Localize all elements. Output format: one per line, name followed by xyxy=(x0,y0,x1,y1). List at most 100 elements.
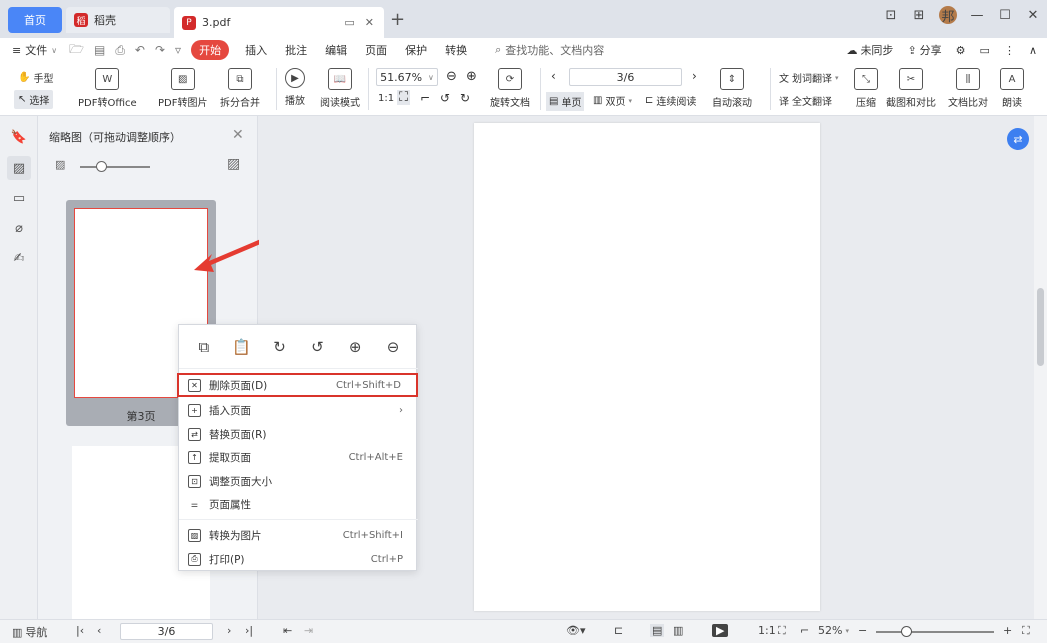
hand-tool[interactable]: ✋ 手型 xyxy=(18,70,53,85)
fit-page-status-icon[interactable]: ⛶ xyxy=(778,624,786,638)
compress-button[interactable]: ⤡ 压缩 xyxy=(854,68,878,109)
word-translate-button[interactable]: 文划词翻译 ▾ xyxy=(779,70,839,86)
signature-icon[interactable]: ✍ xyxy=(10,249,28,267)
rotate-left-icon[interactable]: ↺ xyxy=(307,337,327,357)
select-tool[interactable]: ↖ 选择 xyxy=(14,90,54,109)
double-page-status-icon[interactable]: ▥ xyxy=(673,624,683,637)
undo-icon[interactable]: ↶ xyxy=(135,43,145,57)
document-page[interactable] xyxy=(474,123,820,611)
double-page-button[interactable]: ▥ 双页 ▾ xyxy=(593,93,632,108)
settings-icon[interactable]: ⚙ xyxy=(956,44,966,57)
layout-icon[interactable]: ⊡ xyxy=(877,8,905,23)
fullscreen-icon[interactable]: ⛶ xyxy=(1022,624,1030,638)
menu-protect[interactable]: 保护 xyxy=(405,42,427,58)
prev-page-icon[interactable]: ‹ xyxy=(97,624,101,637)
pdf-to-office-button[interactable]: W PDF转Office xyxy=(78,68,137,109)
convert-to-image-item[interactable]: ▨ 转换为图片 Ctrl+Shift+I xyxy=(179,523,418,547)
fit-width-status-icon[interactable]: ⊏ xyxy=(614,624,623,637)
nav-button[interactable]: ▥ 导航 xyxy=(12,624,47,640)
replace-page-item[interactable]: ⇄ 替换页面(R) xyxy=(179,422,418,446)
tab-docer[interactable]: 稻 稻壳 xyxy=(66,7,170,33)
thumbnail-icon[interactable]: ▨ xyxy=(7,156,31,180)
last-page-icon[interactable]: ›| xyxy=(245,624,253,637)
zoom-out-icon[interactable]: ⊖ xyxy=(446,69,457,84)
zoom-in-status-icon[interactable]: + xyxy=(1003,624,1012,637)
doc-compare-button[interactable]: ⫼ 文档比对 xyxy=(948,68,988,109)
tab-home[interactable]: 首页 xyxy=(8,7,62,33)
minimize-icon[interactable]: — xyxy=(963,8,991,23)
play-button[interactable]: ▶ 播放 xyxy=(285,68,305,107)
attachment-icon[interactable]: ⌀ xyxy=(10,219,28,237)
read-mode-button[interactable]: 📖 阅读模式 xyxy=(320,68,360,109)
zoom-out-status-icon[interactable]: − xyxy=(858,624,867,637)
next-page-icon[interactable]: › xyxy=(227,624,231,637)
actual-size-icon[interactable]: 1:1 xyxy=(378,93,394,104)
single-page-status-icon[interactable]: ▤ xyxy=(650,624,665,637)
more-icon[interactable]: ⋮ xyxy=(1004,44,1015,57)
next-page-icon[interactable]: › xyxy=(692,69,697,83)
avatar[interactable]: 邦 xyxy=(939,6,957,25)
menu-convert[interactable]: 转换 xyxy=(445,42,467,58)
actual-size-status-icon[interactable]: 1:1 xyxy=(758,624,776,637)
small-image-icon[interactable]: ▨ xyxy=(55,158,65,171)
rotate-right-icon[interactable]: ↻ xyxy=(460,91,470,105)
search-box[interactable]: ⌕ 查找功能、文档内容 xyxy=(495,42,604,58)
zoom-select[interactable]: 51.67% ∨ xyxy=(376,68,438,86)
menu-insert[interactable]: 插入 xyxy=(245,42,267,58)
page-properties-item[interactable]: ⚌ 页面属性 xyxy=(179,492,418,516)
zoom-slider-knob[interactable] xyxy=(901,626,912,637)
zoom-in-icon[interactable]: ⊕ xyxy=(466,69,477,84)
single-page-button[interactable]: ▤ 单页 xyxy=(546,92,585,111)
status-zoom[interactable]: 52% ▾ xyxy=(818,624,849,637)
page-input[interactable]: 3/6 xyxy=(569,68,682,86)
copy-icon[interactable]: ⧉ xyxy=(194,337,214,357)
menu-edit[interactable]: 编辑 xyxy=(325,42,347,58)
read-aloud-button[interactable]: A 朗读 xyxy=(1000,68,1024,109)
insert-page-item[interactable]: + 插入页面 › xyxy=(179,398,418,422)
float-window-icon[interactable]: ▭ xyxy=(344,16,354,29)
scroll-thumb[interactable] xyxy=(1037,288,1044,366)
split-merge-button[interactable]: ⧉ 拆分合并 xyxy=(220,68,260,109)
pdf-to-image-button[interactable]: ▨ PDF转图片 xyxy=(158,68,207,109)
close-window-icon[interactable]: ✕ xyxy=(1019,8,1047,23)
comment-icon[interactable]: ▭ xyxy=(980,44,990,57)
status-page-input[interactable]: 3/6 xyxy=(120,623,213,640)
menu-annotate[interactable]: 批注 xyxy=(285,42,307,58)
fit-page-icon[interactable]: ⛶ xyxy=(397,90,411,105)
share-button[interactable]: ⇪ 分享 xyxy=(907,42,941,58)
collapse-icon[interactable]: ∧ xyxy=(1029,44,1037,57)
auto-scroll-button[interactable]: ⇕ 自动滚动 xyxy=(712,68,752,109)
vertical-scrollbar[interactable] xyxy=(1034,116,1047,619)
extract-page-item[interactable]: ↑ 提取页面 Ctrl+Alt+E xyxy=(179,445,418,469)
menu-start[interactable]: 开始 xyxy=(191,40,230,60)
open-folder-icon[interactable]: 🗁 xyxy=(69,40,84,61)
first-page-icon[interactable]: |‹ xyxy=(76,624,84,637)
floating-tool-icon[interactable]: ⇄ xyxy=(1007,128,1029,150)
fit-status-icon[interactable]: ⌐ xyxy=(800,624,809,637)
zoom-out-icon[interactable]: ⊖ xyxy=(383,337,403,357)
rotate-doc-button[interactable]: ⟳ 旋转文档 xyxy=(490,68,530,109)
menu-file[interactable]: ≡ 文件 ∨ xyxy=(12,42,57,58)
grid-icon[interactable]: ⊞ xyxy=(905,8,933,23)
close-tab-icon[interactable]: ✕ xyxy=(365,16,374,29)
tab-pdf[interactable]: P 3.pdf ▭ ✕ xyxy=(174,7,384,38)
sync-button[interactable]: ☁ 未同步 xyxy=(846,42,893,58)
dropdown-icon[interactable]: ▿ xyxy=(175,43,181,57)
full-translate-button[interactable]: 译全文翻译 xyxy=(779,93,832,108)
thumbnail-size-slider[interactable] xyxy=(80,166,150,168)
fit-width-icon[interactable]: ⌐ xyxy=(420,91,430,105)
eye-mode-icon[interactable]: 👁▾ xyxy=(566,624,586,637)
large-image-icon[interactable]: ▨ xyxy=(227,156,240,172)
play-status-icon[interactable]: ▶ xyxy=(712,624,729,637)
screenshot-compare-button[interactable]: ✂ 截图和对比 xyxy=(886,68,936,109)
slider-knob[interactable] xyxy=(96,161,107,172)
close-panel-icon[interactable]: ✕ xyxy=(232,127,244,143)
comment-panel-icon[interactable]: ▭ xyxy=(10,189,28,207)
maximize-icon[interactable]: ☐ xyxy=(991,8,1019,23)
save-icon[interactable]: ▤ xyxy=(94,43,105,57)
print-icon[interactable]: ⎙ xyxy=(115,43,125,58)
continuous-read-button[interactable]: ⊏ 连续阅读 xyxy=(645,93,696,108)
prev-page-icon[interactable]: ‹ xyxy=(551,69,556,83)
rotate-right-icon[interactable]: ↻ xyxy=(270,337,290,357)
resize-page-item[interactable]: ⊡ 调整页面大小 xyxy=(179,469,418,493)
